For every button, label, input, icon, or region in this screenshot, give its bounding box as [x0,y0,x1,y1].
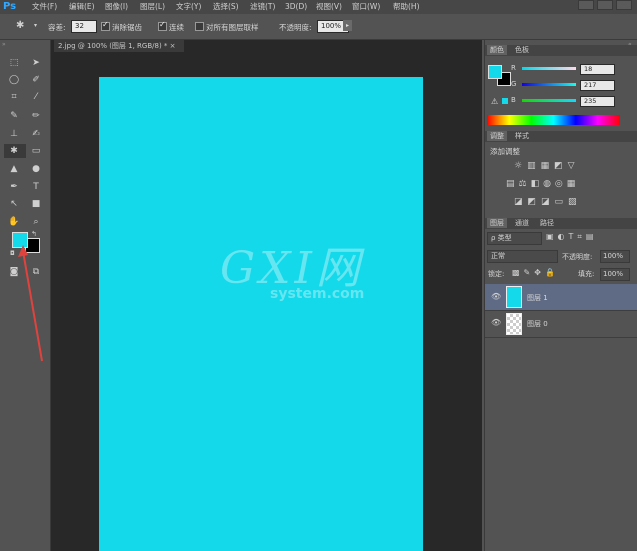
color-panel-header [485,45,637,56]
eye-icon[interactable]: 👁 [491,318,501,327]
layer-filter-select[interactable]: ρ 类型 [487,232,542,245]
healing-brush-icon[interactable]: ✎ [8,110,20,122]
layer-filter-icons[interactable]: ▣◐T⌗▤ [546,232,598,242]
crop-icon[interactable]: ⌗ [8,91,20,103]
fill-label: 填充: [578,270,595,278]
default-colors-icon[interactable]: ◘ [10,250,15,257]
maximize-button[interactable] [597,0,613,10]
antialias-label: 消除锯齿 [112,23,142,32]
adjust-panel-title: 添加调整 [490,147,520,156]
adjust-icons-row3[interactable]: ◪◩◪▭▨ [514,197,582,207]
adjust-panel-header [485,131,637,142]
contiguous-checkbox[interactable] [158,20,167,31]
lock-icons[interactable]: ▩✎✥🔒 [512,268,559,277]
opacity-label: 不透明度: [279,23,312,32]
chevron-down-icon[interactable]: ▾ [34,22,37,29]
r-label: R [511,64,516,72]
eye-icon[interactable]: 👁 [491,292,501,301]
tolerance-input[interactable]: 32 [71,20,97,33]
b-input[interactable]: 235 [580,96,615,107]
type-icon[interactable]: T [30,181,42,193]
minimize-button[interactable] [578,0,594,10]
color-spectrum-bar[interactable] [487,115,620,125]
red-arrow-annotation [18,245,43,362]
blur-icon[interactable]: ▲ [8,163,20,175]
document-tab[interactable]: 2.jpg @ 100% (图层 1, RGB/8) * × [54,40,184,52]
swap-colors-icon[interactable]: ↰ [31,230,37,238]
hand-icon[interactable]: ✋ [8,216,20,228]
tab-layers[interactable]: 图层 [487,218,507,228]
all-layers-label: 对所有图层取样 [206,23,259,32]
fill-input[interactable]: 100% [600,268,630,281]
tab-channels[interactable]: 通道 [512,218,532,228]
r-input[interactable]: 18 [580,64,615,75]
web-color-swatch [502,98,508,104]
menu-filter[interactable]: 滤镜(T) [250,0,275,14]
blend-mode-select[interactable]: 正常 [487,250,558,263]
g-label: G [511,80,517,88]
menu-edit[interactable]: 编辑(E) [69,0,95,14]
path-select-icon[interactable]: ↖ [8,198,20,210]
tab-adjustments[interactable]: 调整 [487,131,507,141]
tab-styles[interactable]: 样式 [512,131,532,141]
menu-image[interactable]: 图像(I) [105,0,128,14]
magic-wand-tool-icon[interactable]: ✱ [8,145,20,157]
dodge-icon[interactable]: ● [30,163,42,175]
gamut-warning-icon[interactable]: ⚠ [491,97,498,106]
menu-type[interactable]: 文字(Y) [176,0,201,14]
magic-wand-icon[interactable]: ✱ [16,20,30,32]
menu-help[interactable]: 帮助(H) [393,0,420,14]
shape-icon[interactable]: ■ [30,198,42,210]
layer-opacity-input[interactable]: 100% [600,250,630,263]
tab-swatches[interactable]: 色板 [512,45,532,55]
menu-3d[interactable]: 3D(D) [285,0,307,14]
quick-select-icon[interactable]: ✐ [30,74,42,86]
eyedropper-icon[interactable]: ⁄ [30,91,42,103]
layer-1-name[interactable]: 图层 1 [527,293,548,303]
brush-icon[interactable]: ✏ [30,110,42,122]
gradient-icon[interactable]: ▭ [30,145,42,157]
g-slider[interactable] [522,83,576,86]
menu-view[interactable]: 视图(V) [316,0,342,14]
watermark-text: system.com [270,286,365,302]
b-label: B [511,96,516,104]
opacity-dropdown-icon[interactable]: ▸ [343,20,352,31]
stamp-icon[interactable]: ⊥ [8,128,20,140]
menu-layer[interactable]: 图层(L) [140,0,165,14]
menu-select[interactable]: 选择(S) [213,0,239,14]
tab-paths[interactable]: 路径 [537,218,557,228]
move-icon[interactable]: ➤ [30,57,42,69]
pen-icon[interactable]: ✒ [8,181,20,193]
layer-opacity-label: 不透明度: [562,253,593,261]
marquee-icon[interactable]: ⬚ [8,57,20,69]
history-brush-icon[interactable]: ✍ [30,128,42,140]
layer-0-thumbnail [506,313,522,335]
contiguous-label: 连续 [169,23,184,32]
menu-file[interactable]: 文件(F) [32,0,57,14]
r-slider[interactable] [522,67,576,70]
canvas[interactable] [99,77,423,551]
zoom-icon[interactable]: ⌕ [30,216,42,228]
tolerance-label: 容差: [48,23,66,32]
lock-label: 锁定: [488,270,505,278]
adjust-icons-row1[interactable]: ☼▥▦◩▽ [514,161,580,171]
layer-1-thumbnail [506,286,522,308]
all-layers-checkbox[interactable] [195,22,204,31]
app-logo: Ps [3,1,17,12]
g-input[interactable]: 217 [580,80,615,91]
adjust-icons-row2[interactable]: ▤⚖◧◍◎▦ [506,179,579,189]
antialias-checkbox[interactable] [101,20,110,31]
tab-color[interactable]: 颜色 [487,45,507,55]
menu-window[interactable]: 窗口(W) [352,0,380,14]
lasso-icon[interactable]: ◯ [8,74,20,86]
close-button[interactable] [616,0,632,10]
b-slider[interactable] [522,99,576,102]
layers-panel-header [485,218,637,229]
collapse-icon[interactable]: » [2,41,6,48]
layer-0-name[interactable]: 图层 0 [527,319,548,329]
color-panel-fg-swatch[interactable] [488,65,502,79]
